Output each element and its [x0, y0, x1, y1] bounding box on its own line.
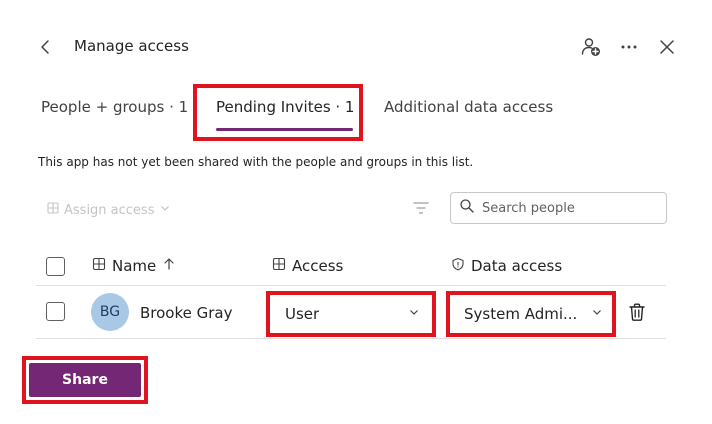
- shield-icon: [451, 257, 465, 275]
- share-button[interactable]: Share: [29, 363, 141, 397]
- search-box[interactable]: [450, 192, 667, 224]
- search-icon: [459, 198, 475, 218]
- info-message: This app has not yet been shared with th…: [38, 155, 474, 169]
- more-options-icon[interactable]: [618, 36, 640, 58]
- column-header-data-access[interactable]: Data access: [451, 257, 562, 275]
- trash-icon[interactable]: [626, 301, 648, 323]
- divider: [36, 285, 666, 286]
- column-type-icon: [92, 257, 106, 275]
- assign-access-button[interactable]: Assign access: [46, 201, 172, 219]
- divider: [36, 338, 666, 339]
- chevron-down-icon: [158, 201, 172, 219]
- row-checkbox[interactable]: [46, 302, 65, 321]
- access-value: User: [285, 305, 320, 323]
- tab-pending-invites[interactable]: Pending Invites · 1: [216, 98, 354, 116]
- add-person-icon[interactable]: [580, 36, 602, 58]
- assign-access-label: Assign access: [64, 202, 155, 218]
- column-header-access-label: Access: [292, 257, 344, 275]
- access-dropdown[interactable]: User: [285, 298, 425, 330]
- column-header-name-label: Name: [112, 257, 157, 275]
- tab-people-groups[interactable]: People + groups · 1: [41, 98, 188, 116]
- person-name: Brooke Gray: [140, 304, 233, 322]
- back-icon[interactable]: [36, 37, 56, 57]
- column-header-data-access-label: Data access: [471, 257, 563, 275]
- filter-icon[interactable]: [411, 198, 431, 218]
- close-icon[interactable]: [656, 36, 678, 58]
- assign-access-icon: [46, 201, 60, 219]
- select-all-checkbox[interactable]: [46, 257, 65, 276]
- chevron-down-icon: [590, 305, 604, 323]
- sort-ascending-icon: [162, 257, 176, 275]
- active-tab-indicator: [216, 128, 353, 131]
- page-title: Manage access: [74, 37, 189, 55]
- column-header-access[interactable]: Access: [272, 257, 343, 275]
- data-access-value: System Admi...: [464, 305, 578, 323]
- data-access-dropdown[interactable]: System Admi...: [464, 298, 608, 330]
- chevron-down-icon: [407, 305, 421, 323]
- avatar: BG: [91, 293, 129, 331]
- column-type-icon: [272, 257, 286, 275]
- search-people-input[interactable]: [482, 200, 652, 216]
- column-header-name[interactable]: Name: [92, 257, 176, 275]
- tab-additional-data-access[interactable]: Additional data access: [384, 98, 553, 116]
